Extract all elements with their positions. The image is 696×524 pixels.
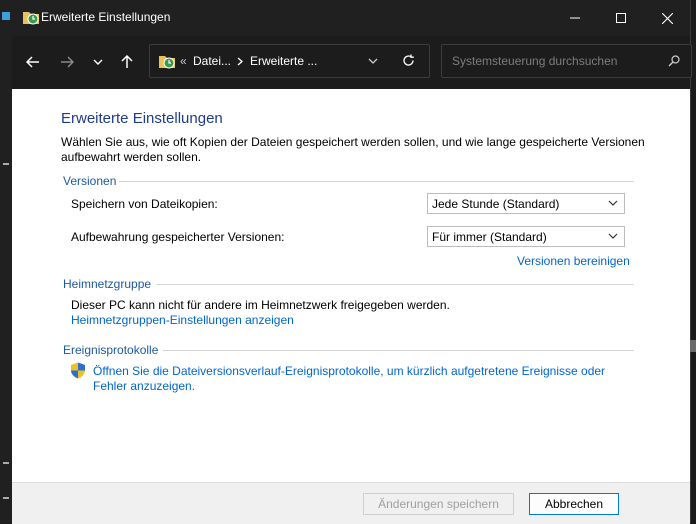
homegroup-settings-link[interactable]: Heimnetzgruppen-Einstellungen anzeigen bbox=[71, 313, 294, 328]
section-title-heimnetzgruppe: Heimnetzgruppe bbox=[63, 277, 152, 291]
background-scrollbar-thumb bbox=[690, 340, 696, 352]
folder-history-icon bbox=[23, 12, 39, 25]
section-divider bbox=[156, 284, 634, 285]
close-icon bbox=[661, 12, 673, 24]
background-chevron-icon bbox=[3, 462, 9, 464]
chevron-down-icon bbox=[608, 233, 618, 239]
search-box[interactable] bbox=[441, 44, 692, 78]
dialog-footer: Änderungen speichern Abbrechen bbox=[12, 482, 690, 524]
chevron-down-icon bbox=[93, 59, 103, 65]
save-changes-button[interactable]: Änderungen speichern bbox=[363, 493, 514, 515]
background-app-icon bbox=[2, 12, 10, 20]
cleanup-versions-link[interactable]: Versionen bereinigen bbox=[517, 254, 630, 269]
breadcrumb-separator-icon bbox=[237, 57, 243, 66]
save-frequency-select[interactable]: Jede Stunde (Standard) bbox=[427, 193, 625, 214]
homegroup-status-text: Dieser PC kann nicht für andere im Heimn… bbox=[71, 298, 450, 312]
title-bar: Erweiterte Einstellungen bbox=[12, 0, 690, 36]
overflow-chevron[interactable]: « bbox=[180, 54, 187, 68]
search-input[interactable] bbox=[450, 51, 654, 71]
keep-versions-value: Für immer (Standard) bbox=[432, 230, 547, 244]
up-button[interactable] bbox=[114, 50, 140, 74]
page-title: Erweiterte Einstellungen bbox=[61, 110, 223, 127]
save-frequency-value: Jede Stunde (Standard) bbox=[432, 197, 560, 211]
settings-window: Erweiterte Einstellungen « Datei... Erwe… bbox=[12, 0, 692, 524]
maximize-button[interactable] bbox=[598, 0, 644, 36]
event-logs-link[interactable]: Öffnen Sie die Dateiversionsverlauf-Erei… bbox=[93, 364, 633, 394]
navigation-bar: « Datei... Erweiterte ... bbox=[12, 36, 692, 89]
window-title: Erweiterte Einstellungen bbox=[41, 10, 171, 24]
minimize-button[interactable] bbox=[552, 0, 598, 36]
close-button[interactable] bbox=[644, 0, 690, 36]
address-bar[interactable]: « Datei... Erweiterte ... bbox=[149, 44, 430, 78]
maximize-icon bbox=[616, 13, 626, 23]
section-divider bbox=[119, 181, 634, 182]
breadcrumb-item-erweiterte-einstellungen[interactable]: Erweiterte ... bbox=[250, 54, 317, 68]
background-window-edge bbox=[0, 0, 12, 523]
keep-versions-label: Aufbewahrung gespeicherter Versionen: bbox=[71, 230, 285, 244]
section-title-ereignisprotokolle: Ereignisprotokolle bbox=[63, 343, 159, 357]
chevron-down-icon bbox=[608, 200, 618, 206]
breadcrumb-item-dateiversionsverlauf[interactable]: Datei... bbox=[193, 54, 231, 68]
search-icon[interactable] bbox=[668, 55, 680, 67]
background-chevron-icon bbox=[3, 497, 9, 499]
section-divider bbox=[163, 350, 634, 351]
save-copies-label: Speichern von Dateikopien: bbox=[71, 197, 218, 211]
recent-locations-button[interactable] bbox=[85, 50, 111, 74]
back-arrow-icon bbox=[26, 56, 39, 68]
minimize-icon bbox=[570, 17, 580, 19]
forward-arrow-icon bbox=[61, 56, 74, 68]
folder-history-icon bbox=[159, 56, 175, 69]
back-button[interactable] bbox=[20, 50, 46, 74]
forward-button[interactable] bbox=[54, 50, 80, 74]
refresh-icon[interactable] bbox=[402, 54, 415, 67]
address-dropdown-icon[interactable] bbox=[368, 58, 378, 65]
shield-icon bbox=[71, 362, 85, 379]
cancel-button[interactable]: Abbrechen bbox=[529, 493, 619, 515]
background-chevron-icon bbox=[3, 163, 9, 165]
keep-versions-select[interactable]: Für immer (Standard) bbox=[427, 226, 625, 247]
up-arrow-icon bbox=[121, 55, 133, 68]
content-area: Erweiterte Einstellungen Wählen Sie aus,… bbox=[12, 89, 690, 482]
section-title-versionen: Versionen bbox=[63, 174, 117, 188]
page-description: Wählen Sie aus, wie oft Kopien der Datei… bbox=[61, 135, 645, 164]
